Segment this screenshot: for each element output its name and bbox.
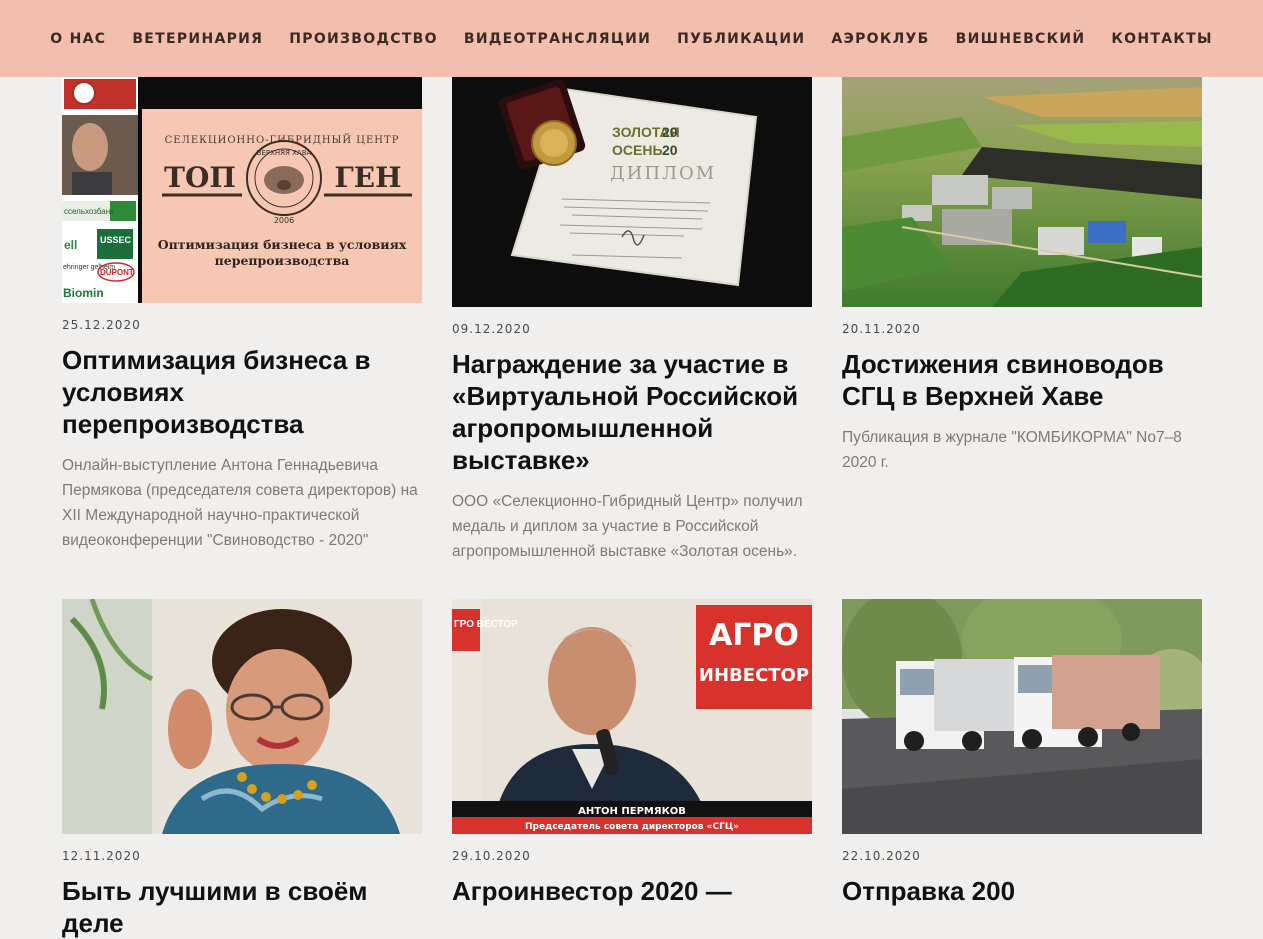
nav-item-vishnevsky[interactable]: ВИШНЕВСКИЙ [956,31,1086,47]
post-card: 12.11.2020 Быть лучшими в своём деле [62,599,422,939]
logo-ring-text: ВЕРХНЯЯ ХАВА [257,149,312,157]
side-banner-text: ГРО ВЕСТОР [454,619,518,630]
nav-item-publications[interactable]: ПУБЛИКАЦИИ [677,31,805,47]
post-thumbnail[interactable]: ЗОЛОТАЯ ОСЕНЬ 20 20 ДИПЛОМ [452,77,812,307]
post-excerpt: ООО «Селекционно-Гибридный Центр» получи… [452,493,803,560]
post-thumbnail[interactable]: ГРО ВЕСТОР АГРО ИНВЕСТОР АНТОН ПЕРМЯКОВ … [452,599,812,834]
diploma-year-b: 20 [662,142,678,158]
diploma-title-line2: ОСЕНЬ [612,142,663,158]
post-card: 22.10.2020 Отправка 200 [842,599,1202,907]
nav-item-veterinary[interactable]: ВЕТЕРИНАРИЯ [132,31,263,47]
post-card: 20.11.2020 Достижения свиноводов СГЦ в В… [842,77,1202,475]
diploma-medal-image: ЗОЛОТАЯ ОСЕНЬ 20 20 ДИПЛОМ [452,77,812,307]
post-date: 29.10.2020 [452,849,531,863]
post-thumbnail[interactable] [842,599,1202,834]
post-card: ГРО ВЕСТОР АГРО ИНВЕСТОР АНТОН ПЕРМЯКОВ … [452,599,812,907]
post-excerpt: Публикация в журнале "КОМБИКОРМА" No7–8 … [842,429,1182,471]
banner-line1: АГРО [709,618,799,653]
nav-item-about[interactable]: О НАС [50,31,106,47]
sponsor-biomin-text: Biomin [63,286,104,300]
post-excerpt: Онлайн-выступление Антона Геннадьевича П… [62,457,418,549]
aerial-farm-image [842,77,1202,307]
sponsor-ussec-text: USSEC [100,235,132,245]
post-thumbnail[interactable] [842,77,1202,307]
nav-item-production[interactable]: ПРОИЗВОДСТВО [289,31,438,47]
agroinvestor-speaker-image: ГРО ВЕСТОР АГРО ИНВЕСТОР АНТОН ПЕРМЯКОВ … [452,599,812,834]
post-thumbnail[interactable]: ссельхозбанк ell USSEC ehringer gelheim … [62,77,422,303]
logo-right-text: ГЕН [334,161,401,194]
post-card: ссельхозбанк ell USSEC ehringer gelheim … [62,77,422,553]
nav-item-contacts[interactable]: КОНТАКТЫ [1111,31,1212,47]
caption-role: Председатель совета директоров «СГЦ» [525,822,739,832]
post-title[interactable]: Оптимизация бизнеса в условиях перепроиз… [62,344,422,440]
post-date: 09.12.2020 [452,322,531,336]
livestock-trucks-image [842,599,1202,834]
post-title[interactable]: Достижения свиноводов СГЦ в Верхней Хаве [842,348,1202,412]
slide-caption: Оптимизация бизнеса в условиях перепроиз… [157,237,407,268]
nav-item-video[interactable]: ВИДЕОТРАНСЛЯЦИИ [464,31,651,47]
diploma-word: ДИПЛОМ [610,163,716,184]
post-thumbnail[interactable] [62,599,422,834]
portrait-woman-image [62,599,422,834]
sponsor-cell-text: ell [64,238,77,252]
banner-line2: ИНВЕСТОР [699,665,809,686]
post-title[interactable]: Быть лучшими в своём деле [62,875,422,939]
logo-left-text: ТОП [164,161,236,194]
post-title[interactable]: Отправка 200 [842,875,1202,907]
post-date: 22.10.2020 [842,849,921,863]
diploma-year-a: 20 [662,124,678,140]
nav-item-aeroclub[interactable]: АЭРОКЛУБ [831,31,929,47]
sponsor-dupont-text: DUPONT [100,268,134,277]
main-nav: О НАС ВЕТЕРИНАРИЯ ПРОИЗВОДСТВО ВИДЕОТРАН… [0,0,1263,77]
caption-name: АНТОН ПЕРМЯКОВ [578,806,686,817]
post-card: ЗОЛОТАЯ ОСЕНЬ 20 20 ДИПЛОМ 09.12.2020 На… [452,77,812,564]
webinar-slide-image: ссельхозбанк ell USSEC ehringer gelheim … [62,77,422,303]
post-title[interactable]: Агроинвестор 2020 — [452,875,812,907]
post-date: 25.12.2020 [62,318,141,332]
sponsor-rshb-text: ссельхозбанк [64,207,114,216]
post-date: 12.11.2020 [62,849,141,863]
post-title[interactable]: Награждение за участие в «Виртуальной Ро… [452,348,812,476]
logo-year-text: 2006 [274,216,294,225]
post-date: 20.11.2020 [842,322,921,336]
